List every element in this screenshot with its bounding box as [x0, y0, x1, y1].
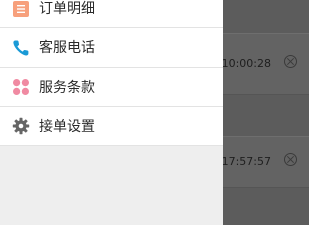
side-drawer: 订单明细 客服电话 服务条款 接单设置 — [0, 0, 223, 225]
close-icon[interactable] — [284, 55, 297, 68]
drawer-item-order-details[interactable]: 订单明细 — [0, 0, 223, 28]
flower-icon — [12, 78, 30, 96]
order-list-icon — [12, 0, 30, 18]
drawer-item-label: 服务条款 — [39, 80, 95, 96]
app-screen: 10:00:28 17:57:57 订单明细 客服电话 服务条款 接单设置 — [0, 0, 309, 225]
drawer-item-label: 客服电话 — [39, 40, 95, 56]
gear-icon — [12, 117, 30, 135]
phone-icon — [12, 39, 30, 57]
drawer-item-terms-of-service[interactable]: 服务条款 — [0, 68, 223, 107]
drawer-item-label: 订单明细 — [39, 1, 95, 17]
order-time: 10:00:28 — [221, 57, 271, 70]
close-icon[interactable] — [284, 153, 297, 166]
drawer-item-customer-service[interactable]: 客服电话 — [0, 28, 223, 68]
drawer-item-order-settings[interactable]: 接单设置 — [0, 107, 223, 146]
drawer-item-label: 接单设置 — [39, 119, 95, 135]
order-time: 17:57:57 — [221, 155, 271, 168]
